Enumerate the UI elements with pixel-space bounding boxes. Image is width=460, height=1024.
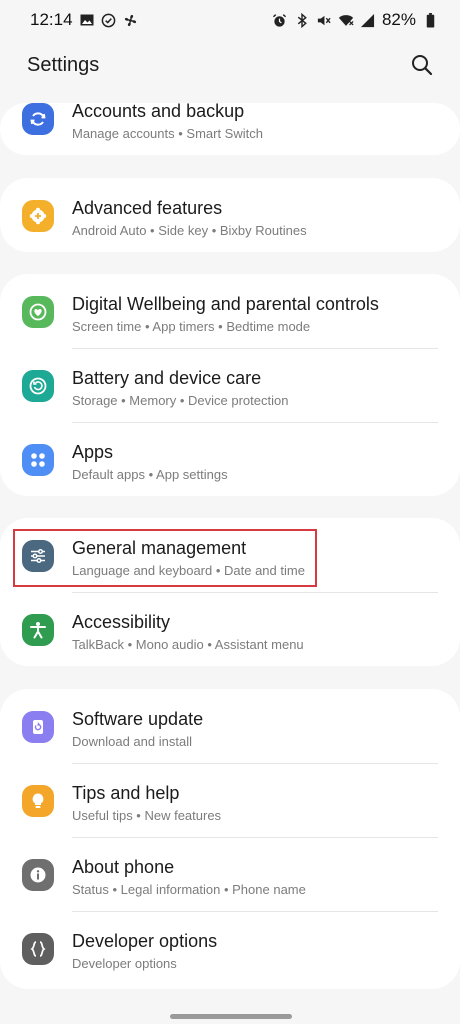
sync-icon [22,103,54,135]
status-bar: 12:14 82% [0,0,460,40]
battery-icon [422,12,438,28]
setting-subtitle: Storage • Memory • Device protection [72,393,289,408]
fan-icon [123,12,139,28]
refresh-circle-icon [22,370,54,402]
setting-subtitle: Manage accounts • Smart Switch [72,126,263,141]
update-icon [22,711,54,743]
sliders-icon [22,540,54,572]
setting-subtitle: Screen time • App timers • Bedtime mode [72,319,311,334]
setting-developer-options[interactable]: Developer options Developer options [0,911,460,985]
setting-digital-wellbeing[interactable]: Digital Wellbeing and parental controls … [0,274,460,348]
setting-subtitle: Developer options [72,956,177,971]
setting-title: Accessibility [72,612,171,632]
setting-apps[interactable]: Apps Default apps • App settings [0,422,460,496]
gallery-icon [79,12,95,28]
page-title: Settings [27,53,100,76]
setting-about-phone[interactable]: About phone Status • Legal information •… [0,837,460,911]
setting-subtitle: Default apps • App settings [72,467,228,482]
setting-title: Digital Wellbeing and parental controls [72,294,379,314]
gesture-handle[interactable] [170,1014,292,1019]
setting-subtitle: TalkBack • Mono audio • Assistant menu [72,637,304,652]
setting-accounts-and-backup[interactable]: Accounts and backup Manage accounts • Sm… [0,81,460,155]
settings-group-advanced: Advanced features Android Auto • Side ke… [0,178,460,252]
wifi-icon [338,12,354,28]
status-right: 82% [272,10,438,30]
setting-advanced-features[interactable]: Advanced features Android Auto • Side ke… [0,178,460,252]
info-icon [22,859,54,891]
setting-subtitle: Download and install [72,734,192,749]
bluetooth-icon [294,12,310,28]
setting-general-management[interactable]: General management Language and keyboard… [0,518,460,592]
setting-tips-and-help[interactable]: Tips and help Useful tips • New features [0,763,460,837]
setting-title: Apps [72,442,114,462]
status-time: 12:14 [30,10,73,29]
grid-icon [22,444,54,476]
setting-subtitle: Android Auto • Side key • Bixby Routines [72,223,307,238]
braces-icon [22,933,54,965]
setting-title: Advanced features [72,198,223,218]
setting-title: Battery and device care [72,368,262,388]
bulb-icon [22,785,54,817]
settings-group-about: Software update Download and install Tip… [0,689,460,989]
battery-percent: 82% [381,10,416,29]
settings-group-device: Digital Wellbeing and parental controls … [0,274,460,496]
setting-title: Tips and help [72,783,180,803]
status-left: 12:14 [30,10,139,30]
setting-subtitle: Status • Legal information • Phone name [72,882,306,897]
settings-group-management: General management Language and keyboard… [0,518,460,666]
setting-title: About phone [72,857,175,877]
signal-icon [360,12,376,28]
setting-software-update[interactable]: Software update Download and install [0,689,460,763]
alarm-icon [272,12,288,28]
setting-title: General management [72,538,247,558]
setting-subtitle: Language and keyboard • Date and time [72,563,305,578]
setting-title: Accounts and backup [72,101,245,121]
setting-battery-device-care[interactable]: Battery and device care Storage • Memory… [0,348,460,422]
mute-icon [316,12,332,28]
setting-title: Developer options [72,931,218,951]
gear-plus-icon [22,200,54,232]
search-icon [412,55,433,76]
setting-title: Software update [72,709,204,729]
settings-group-accounts: Accounts and backup Manage accounts • Sm… [0,101,460,155]
check-circle-icon [101,12,117,28]
setting-subtitle: Useful tips • New features [72,808,222,823]
person-icon [22,614,54,646]
heart-circle-icon [22,296,54,328]
setting-accessibility[interactable]: Accessibility TalkBack • Mono audio • As… [0,592,460,666]
search-button[interactable] [408,51,436,79]
